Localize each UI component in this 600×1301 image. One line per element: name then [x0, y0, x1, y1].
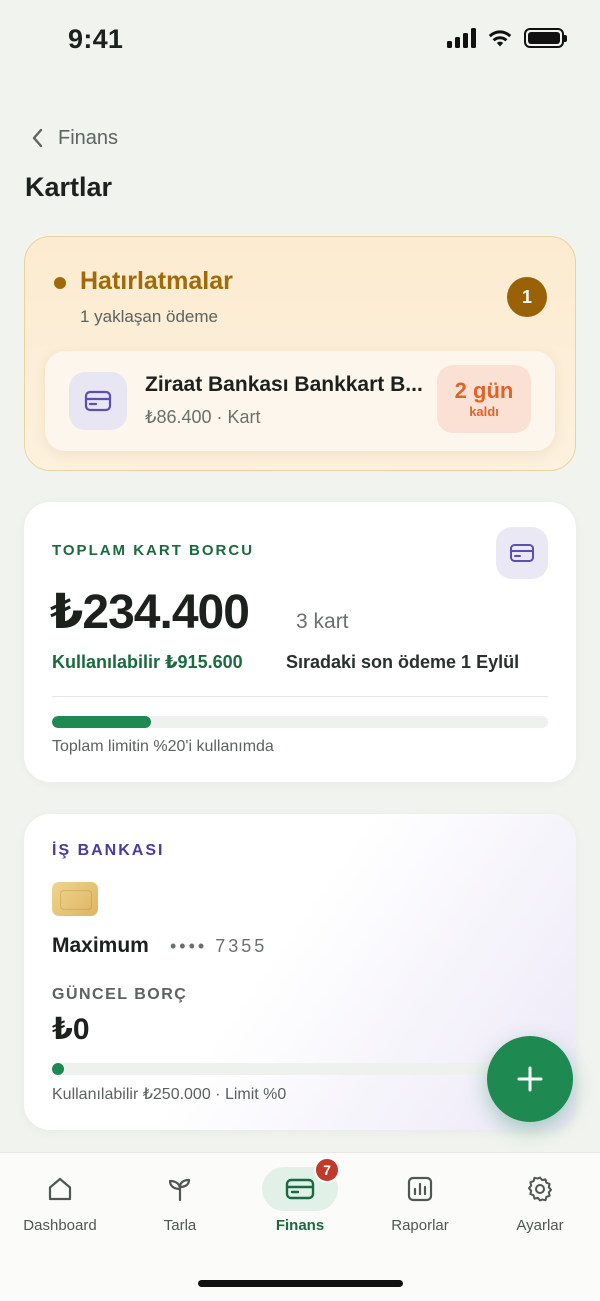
tab-label: Dashboard	[23, 1217, 97, 1234]
card-icon	[285, 1178, 315, 1200]
tab-label: Raporlar	[391, 1217, 449, 1234]
page-title: Kartlar	[25, 172, 113, 202]
due-suffix: kaldı	[469, 403, 499, 419]
card-limit-meta: Kullanılabilir ₺250.000 · Limit %0	[52, 1086, 287, 1103]
home-icon	[48, 1177, 72, 1201]
reminder-item-meta: ₺86.400 · Kart	[145, 407, 261, 427]
due-badge: 2 gün kaldı	[437, 365, 531, 433]
sprout-icon	[168, 1178, 191, 1202]
plus-icon	[517, 1066, 543, 1092]
total-debt-amount: ₺234.400	[50, 586, 250, 639]
reminder-item-name: Ziraat Bankası Bankkart B...	[145, 373, 423, 396]
status-icons	[447, 28, 567, 48]
home-indicator	[198, 1280, 403, 1287]
credit-card-icon	[69, 372, 127, 430]
status-time: 9:41	[68, 24, 124, 54]
card-count: 3 kart	[296, 610, 349, 633]
tab-bar: Dashboard Tarla 7 Finans Raporlar Ayarla…	[0, 1152, 600, 1301]
notification-badge: 7	[314, 1157, 340, 1183]
reminders-card: Hatırlatmalar 1 yaklaşan ödeme 1 Ziraat …	[24, 236, 576, 471]
limit-progress-fill	[52, 716, 152, 728]
battery-icon	[524, 28, 567, 48]
card-limit-progress-fill	[52, 1063, 64, 1075]
card-number: •••• 7355	[170, 936, 268, 956]
back-button[interactable]: Finans	[28, 126, 118, 150]
due-days: 2 gün	[454, 378, 514, 404]
current-debt-amount: ₺0	[52, 1013, 90, 1046]
next-payment: Sıradaki son ödeme 1 Eylül	[286, 652, 520, 672]
tab-dashboard[interactable]: Dashboard	[0, 1153, 120, 1253]
gear-icon	[528, 1176, 552, 1202]
current-debt-label: GÜNCEL BORÇ	[52, 986, 188, 1003]
total-debt-label: TOPLAM KART BORCU	[52, 542, 255, 559]
total-debt-card: TOPLAM KART BORCU ₺234.400 3 kart Kullan…	[24, 502, 576, 782]
reminder-dot	[54, 277, 66, 289]
chevron-left-icon	[32, 128, 43, 148]
add-card-button[interactable]	[487, 1036, 573, 1122]
tab-label: Tarla	[163, 1217, 197, 1234]
tab-finans[interactable]: 7 Finans	[240, 1153, 360, 1253]
signal-icon	[447, 28, 476, 48]
status-bar: 9:41	[0, 0, 600, 80]
limit-usage-text: Toplam limitin %20'i kullanımda	[52, 738, 274, 755]
reminders-title: Hatırlatmalar	[80, 267, 233, 295]
chart-icon	[407, 1176, 433, 1202]
wifi-icon	[488, 30, 512, 47]
reminder-item[interactable]: Ziraat Bankası Bankkart B... ₺86.400 · K…	[45, 351, 555, 451]
card-chip-icon	[52, 882, 98, 916]
tab-label: Ayarlar	[516, 1217, 564, 1234]
limit-progress-bar	[52, 716, 548, 728]
tab-raporlar[interactable]: Raporlar	[360, 1153, 480, 1253]
tab-tarla[interactable]: Tarla	[120, 1153, 240, 1253]
card-product: Maximum	[52, 934, 149, 957]
back-label: Finans	[58, 126, 119, 149]
reminders-subtitle: 1 yaklaşan ödeme	[80, 307, 218, 326]
tab-ayarlar[interactable]: Ayarlar	[480, 1153, 600, 1253]
bank-name: İŞ BANKASI	[52, 842, 165, 859]
divider	[52, 696, 548, 697]
tab-label: Finans	[275, 1217, 325, 1234]
available-amount: Kullanılabilir ₺915.600	[52, 652, 243, 672]
reminders-count-badge: 1	[507, 277, 547, 317]
credit-card-icon	[496, 527, 548, 579]
card-limit-progress-bar	[52, 1063, 548, 1075]
